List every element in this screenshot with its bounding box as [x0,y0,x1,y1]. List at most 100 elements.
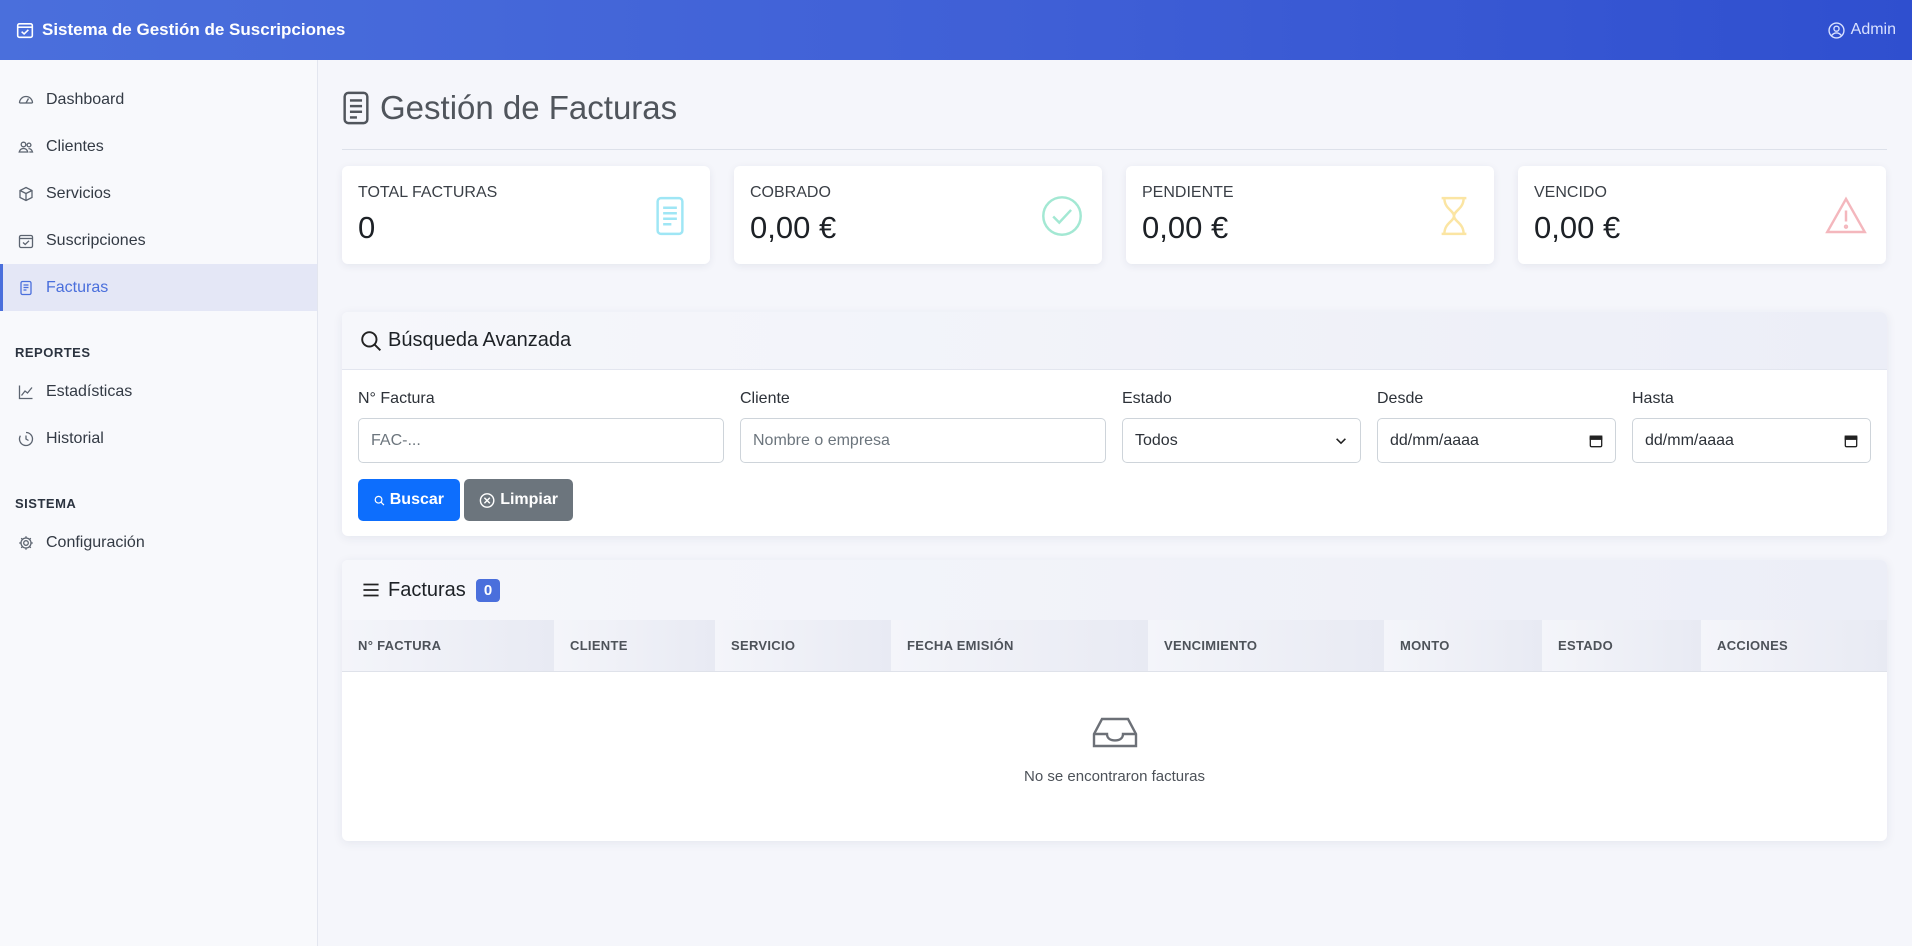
sidebar-item-label: Servicios [46,184,111,202]
top-navbar: Sistema de Gestión de Suscripciones Admi… [0,0,1912,60]
sidebar-item-facturas[interactable]: Facturas [0,264,317,311]
column-header[interactable]: ESTADO [1542,620,1701,671]
sidebar-item-servicios[interactable]: Servicios [0,170,317,217]
cliente-field: Cliente Nombre o empresa [740,390,1106,463]
gear-icon [19,535,33,550]
stat-label: COBRADO [750,184,831,201]
desde-date-input[interactable]: dd/mm/aaaa [1377,418,1616,463]
stat-card-total-facturas: TOTAL FACTURAS 0 [342,166,710,264]
inbox-icon [1092,717,1137,748]
estado-label: Estado [1122,390,1172,407]
stat-card-vencido: VENCIDO 0,00 € [1518,166,1886,264]
estado-field: Estado Todos [1122,390,1361,463]
sidebar-item-clientes[interactable]: Clientes [0,123,317,170]
buscar-button[interactable]: Buscar [358,479,460,521]
stat-card-pendiente: PENDIENTE 0,00 € [1126,166,1494,264]
stat-card-cobrado: COBRADO 0,00 € [734,166,1102,264]
sidebar-item-label: Estadísticas [46,382,133,400]
stat-label: VENCIDO [1534,184,1607,201]
stat-label: PENDIENTE [1142,184,1234,201]
calendar-check-icon [18,234,34,248]
file-text-icon [656,196,684,236]
estado-select[interactable]: Todos [1122,418,1361,463]
column-header[interactable]: SERVICIO [715,620,891,671]
empty-state-message: No se encontraron facturas [1024,768,1205,785]
user-name: Admin [1850,21,1896,38]
check-circle-icon [1042,196,1082,236]
hasta-field: Hasta dd/mm/aaaa [1632,390,1871,463]
limpiar-button[interactable]: Limpiar [464,479,573,521]
x-circle-icon [479,492,495,508]
desde-date-value: dd/mm/aaaa [1390,431,1479,449]
calendar-icon[interactable] [1844,434,1858,448]
advanced-search-card: Búsqueda Avanzada N° Factura FAC-... Cli… [342,312,1887,536]
table-card-title: Facturas [388,578,466,601]
factura-input[interactable]: FAC-... [358,418,724,463]
app-brand[interactable]: Sistema de Gestión de Suscripciones [16,20,345,40]
stats-row: TOTAL FACTURAS 0 COBRADO 0,00 € PENDIENT… [342,166,1887,264]
stat-value: 0,00 € [1142,210,1229,245]
people-icon [18,141,34,153]
box-icon [19,186,33,201]
desde-field: Desde dd/mm/aaaa [1377,390,1616,463]
column-header[interactable]: CLIENTE [554,620,715,671]
buscar-button-label: Buscar [389,491,444,508]
file-text-icon [20,280,32,295]
sidebar: Dashboard Clientes Servicios Suscripcion… [0,60,318,946]
facturas-table-card: Facturas 0 N° FACTURA CLIENTE SERVICIO F… [342,560,1887,841]
sidebar-item-label: Facturas [46,278,109,296]
chevron-down-icon [1336,437,1346,444]
main-content: Gestión de Facturas TOTAL FACTURAS 0 COB… [342,60,1887,841]
sidebar-item-suscripciones[interactable]: Suscripciones [0,217,317,264]
sidebar-item-label: Suscripciones [46,231,146,249]
app-title: Sistema de Gestión de Suscripciones [42,20,346,39]
column-header[interactable]: ACCIONES [1701,620,1887,671]
column-header[interactable]: FECHA EMISIÓN [891,620,1148,671]
sidebar-heading-reportes: REPORTES [15,345,91,360]
estado-selected-value: Todos [1135,431,1178,449]
search-actions: Buscar Limpiar [342,463,1887,521]
sidebar-item-historial[interactable]: Historial [0,415,317,462]
calendar-icon[interactable] [1589,434,1603,448]
cliente-placeholder: Nombre o empresa [753,431,890,449]
clock-history-icon [18,431,34,446]
sidebar-item-dashboard[interactable]: Dashboard [0,76,317,123]
table-card-header: Facturas 0 [342,560,1887,620]
desde-label: Desde [1377,390,1424,407]
search-icon [374,495,385,505]
hourglass-icon [1441,196,1467,236]
factura-placeholder: FAC-... [371,431,421,449]
sidebar-item-estadisticas[interactable]: Estadísticas [0,368,317,415]
search-card-header: Búsqueda Avanzada [342,312,1887,370]
hasta-date-value: dd/mm/aaaa [1645,431,1734,449]
user-menu[interactable]: Admin [1828,21,1896,39]
graph-up-icon [18,385,33,399]
list-icon [363,583,379,597]
sidebar-heading-sistema: SISTEMA [15,496,77,511]
sidebar-item-configuracion[interactable]: Configuración [0,519,317,566]
column-header[interactable]: N° FACTURA [342,620,554,671]
hasta-date-input[interactable]: dd/mm/aaaa [1632,418,1871,463]
hasta-label: Hasta [1632,390,1674,407]
column-header[interactable]: VENCIMIENTO [1148,620,1384,671]
search-icon [361,330,382,351]
sidebar-item-label: Historial [46,429,104,447]
page-header: Gestión de Facturas [342,60,1887,150]
stat-value: 0,00 € [750,210,837,245]
empty-state: No se encontraron facturas [342,672,1887,785]
page-title: Gestión de Facturas [380,88,678,126]
stat-value: 0 [358,210,376,245]
factura-field: N° Factura FAC-... [358,390,724,463]
calendar-check-icon [16,23,34,39]
file-text-icon [343,91,369,124]
sidebar-item-label: Dashboard [46,90,125,108]
search-card-title: Búsqueda Avanzada [388,329,572,351]
column-header[interactable]: MONTO [1384,620,1542,671]
warning-icon [1825,196,1867,234]
cliente-input[interactable]: Nombre o empresa [740,418,1106,463]
cliente-label: Cliente [740,390,790,407]
person-circle-icon [1828,21,1845,39]
stat-label: TOTAL FACTURAS [358,184,498,201]
speedometer-icon [18,95,34,104]
limpiar-button-label: Limpiar [500,491,558,508]
